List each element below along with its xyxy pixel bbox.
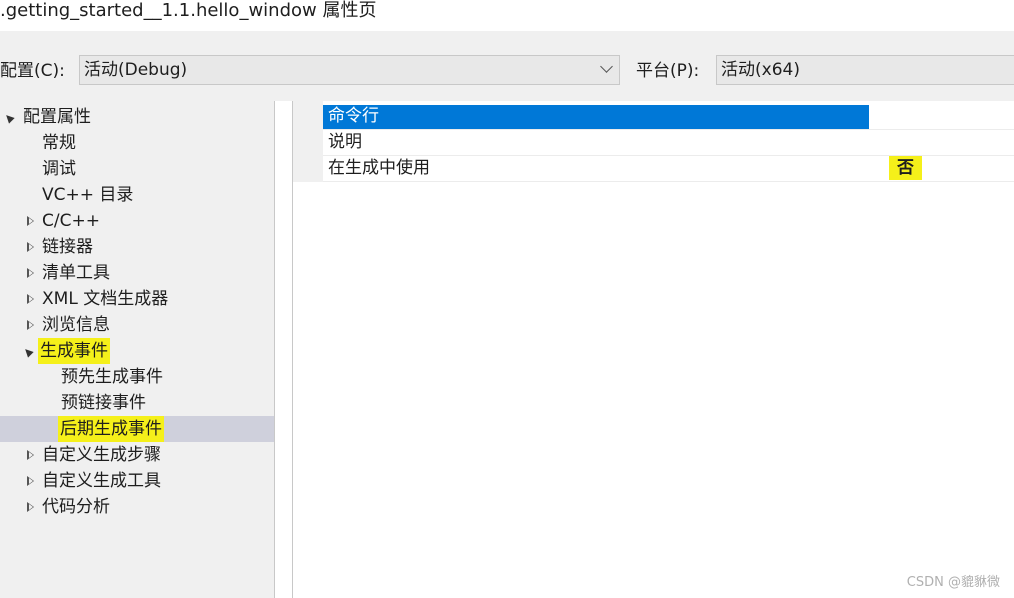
watermark: CSDN @貔貅微 [906, 575, 1000, 590]
expanded-icon[interactable] [22, 346, 34, 358]
tree-item-label: 预链接事件 [61, 393, 146, 413]
tree-item-label: C/C++ [42, 211, 100, 231]
tree-item-build-events[interactable]: 生成事件 [0, 338, 274, 364]
tree-item-xml-doc-generator[interactable]: XML 文档生成器 [0, 286, 274, 312]
tree-item-custom-build-tool[interactable]: 自定义生成工具 [0, 468, 274, 494]
tree-item-label: XML 文档生成器 [42, 289, 169, 309]
tree-item-label: 链接器 [42, 237, 93, 257]
collapsed-icon[interactable] [27, 476, 34, 486]
selection-highlight [323, 105, 869, 129]
tree-item-label: 自定义生成步骤 [42, 445, 161, 465]
platform-label: 平台(P): [636, 61, 700, 81]
property-row-use-in-build[interactable]: 在生成中使用 否 [323, 155, 1014, 182]
expanded-icon [3, 112, 15, 124]
tree-item-label: 浏览信息 [42, 315, 110, 335]
collapsed-icon[interactable] [27, 268, 34, 278]
tree-item-general[interactable]: 常规 [0, 130, 274, 156]
tree-item-browse-information[interactable]: 浏览信息 [0, 312, 274, 338]
collapsed-icon[interactable] [27, 216, 34, 226]
tree-item-custom-build-step[interactable]: 自定义生成步骤 [0, 442, 274, 468]
property-row-command-line[interactable]: 命令行 [323, 103, 1014, 130]
tree-item-label: 清单工具 [42, 263, 110, 283]
tree-item-post-build-event[interactable]: 后期生成事件 [0, 416, 274, 442]
collapsed-icon[interactable] [27, 242, 34, 252]
configuration-dropdown[interactable]: 活动(Debug) [79, 55, 620, 85]
configuration-label: 配置(C): [0, 61, 65, 81]
property-name: 在生成中使用 [328, 158, 430, 178]
property-tree: 配置属性 常规 调试 VC++ 目录 C/C++ 链接器 清单工具 XML 文档… [0, 101, 275, 598]
tree-item-label: 常规 [42, 133, 76, 153]
collapsed-icon[interactable] [27, 294, 34, 304]
collapsed-icon[interactable] [27, 450, 34, 460]
tree-item-c-cpp[interactable]: C/C++ [0, 208, 274, 234]
property-name: 命令行 [328, 106, 379, 126]
property-row-description[interactable]: 说明 [323, 129, 1014, 156]
window-title: .getting_started__1.1.hello_window 属性页 [0, 0, 377, 21]
chevron-down-icon [600, 60, 613, 73]
platform-dropdown[interactable]: 活动(x64) [716, 55, 1014, 85]
tree-item-code-analysis[interactable]: 代码分析 [0, 494, 274, 520]
tree-item-vc-directories[interactable]: VC++ 目录 [0, 182, 274, 208]
tree-item-pre-build-event[interactable]: 预先生成事件 [0, 364, 274, 390]
collapsed-icon[interactable] [27, 320, 34, 330]
tree-item-label: 自定义生成工具 [42, 471, 161, 491]
tree-item-linker[interactable]: 链接器 [0, 234, 274, 260]
tree-item-label: VC++ 目录 [42, 185, 134, 205]
property-value[interactable]: 否 [889, 155, 922, 181]
property-name: 说明 [328, 132, 362, 152]
property-value-text: 否 [889, 156, 922, 180]
configuration-bar: 配置(C): 活动(Debug) 平台(P): 活动(x64) [0, 31, 1014, 101]
collapsed-icon[interactable] [27, 502, 34, 512]
tree-item-manifest-tool[interactable]: 清单工具 [0, 260, 274, 286]
property-grid-gutter [293, 101, 323, 182]
tree-item-debugging[interactable]: 调试 [0, 156, 274, 182]
tree-item-label: 后期生成事件 [58, 416, 164, 442]
tree-item-configuration-properties[interactable]: 配置属性 [0, 104, 274, 130]
platform-value: 活动(x64) [721, 60, 800, 80]
property-grid: 命令行 说明 在生成中使用 否 [293, 101, 1014, 598]
tree-item-label: 代码分析 [42, 497, 110, 517]
tree-item-label: 调试 [42, 159, 76, 179]
tree-item-label: 生成事件 [38, 338, 110, 364]
tree-item-pre-link-event[interactable]: 预链接事件 [0, 390, 274, 416]
tree-item-label: 预先生成事件 [61, 367, 163, 387]
tree-item-label: 配置属性 [23, 107, 91, 127]
configuration-value: 活动(Debug) [84, 60, 188, 80]
